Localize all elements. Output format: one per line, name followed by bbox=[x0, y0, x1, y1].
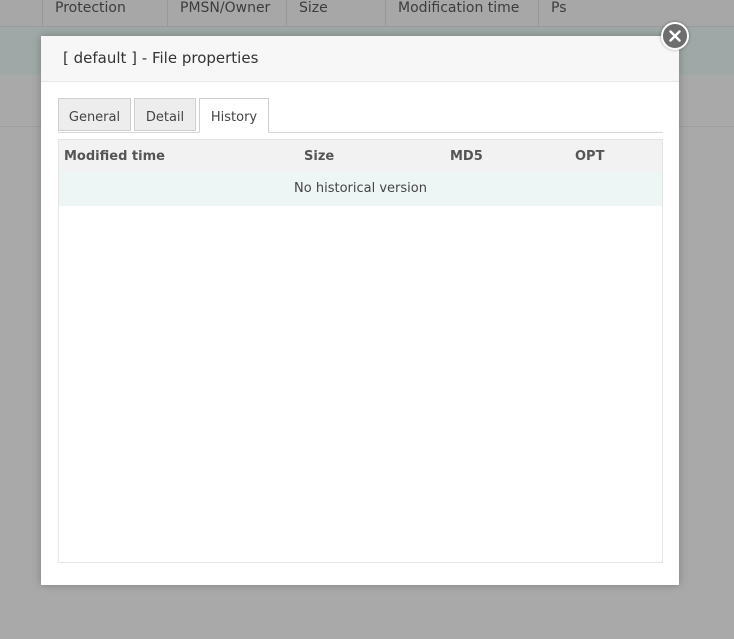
tab-bar: General Detail History bbox=[58, 98, 663, 133]
dialog-header: [ default ] - File properties bbox=[41, 36, 679, 82]
close-dialog-button[interactable] bbox=[661, 22, 689, 50]
bg-column-modification-time: Modification time bbox=[385, 0, 538, 26]
bg-column-pmsn-owner: PMSN/Owner bbox=[167, 0, 286, 26]
tab-general[interactable]: General bbox=[58, 98, 131, 131]
bg-column-ps: Ps bbox=[538, 0, 734, 26]
background-table-header: Protection PMSN/Owner Size Modification … bbox=[0, 0, 734, 27]
column-md5[interactable]: MD5 bbox=[450, 149, 483, 164]
column-modified-time[interactable]: Modified time bbox=[64, 149, 165, 164]
dialog-title: [ default ] - File properties bbox=[63, 49, 259, 67]
tab-history[interactable]: History bbox=[199, 98, 269, 133]
history-table-header: Modified time Size MD5 OPT bbox=[59, 140, 662, 172]
bg-column-protection: Protection bbox=[42, 0, 167, 26]
bg-column-size: Size bbox=[286, 0, 385, 26]
empty-state-message: No historical version bbox=[59, 172, 662, 206]
history-table: Modified time Size MD5 OPT No historical… bbox=[58, 139, 663, 563]
column-opt[interactable]: OPT bbox=[575, 149, 604, 164]
column-size[interactable]: Size bbox=[304, 149, 334, 164]
tab-detail[interactable]: Detail bbox=[134, 98, 196, 131]
close-icon bbox=[669, 30, 681, 42]
file-properties-dialog: [ default ] - File properties General De… bbox=[41, 36, 679, 585]
